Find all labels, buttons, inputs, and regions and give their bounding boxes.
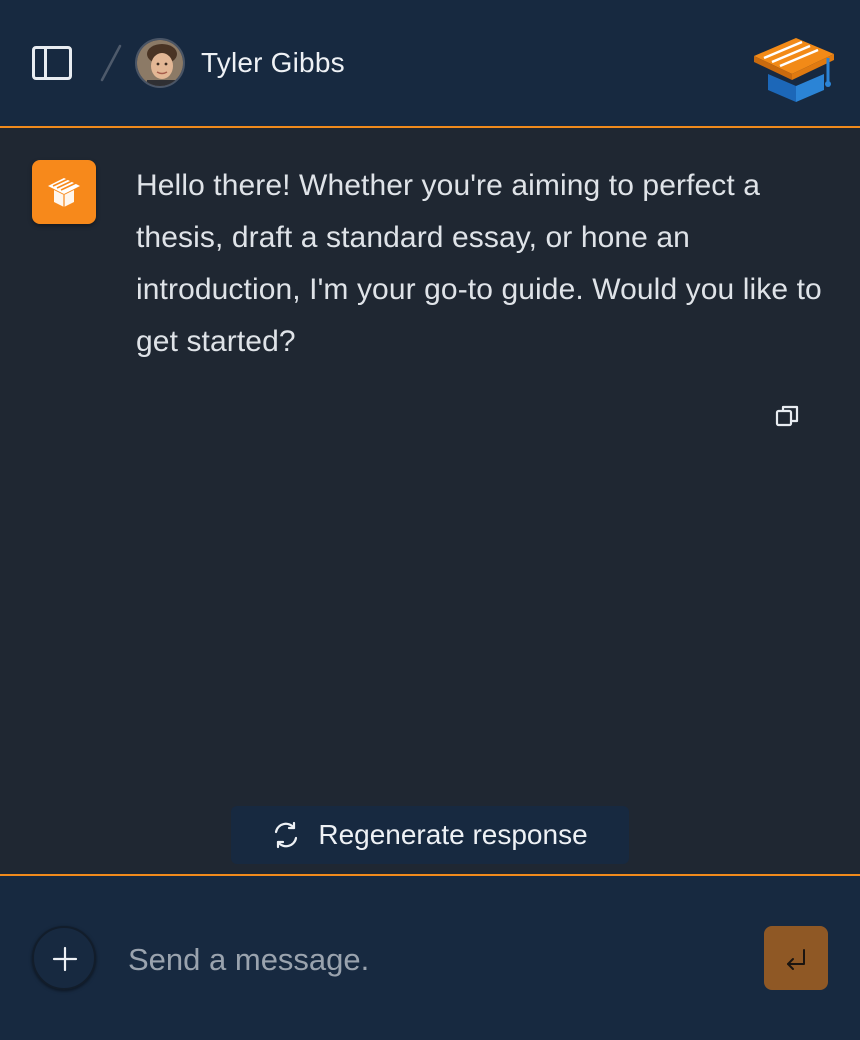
breadcrumb-separator [100, 44, 122, 82]
regenerate-response-button[interactable]: Regenerate response [231, 806, 629, 864]
copy-icon[interactable] [774, 402, 802, 430]
enter-icon [787, 949, 805, 970]
add-attachment-button[interactable] [32, 926, 96, 990]
plus-icon [52, 946, 78, 972]
refresh-icon [275, 821, 298, 849]
assistant-message: Hello there! Whether you're aiming to pe… [136, 169, 822, 358]
graduation-cap-box-logo [754, 38, 834, 102]
send-button[interactable] [764, 926, 828, 990]
composer-bar [0, 874, 860, 1040]
graduation-cap-box-icon [32, 160, 96, 224]
top-bar: Tyler Gibbs [0, 0, 860, 128]
user-name: Tyler Gibbs [201, 47, 345, 78]
message-input[interactable] [128, 936, 728, 984]
regenerate-label: Regenerate response [318, 819, 588, 850]
user-avatar[interactable] [135, 38, 185, 88]
sidebar-panel-icon[interactable] [32, 46, 72, 80]
